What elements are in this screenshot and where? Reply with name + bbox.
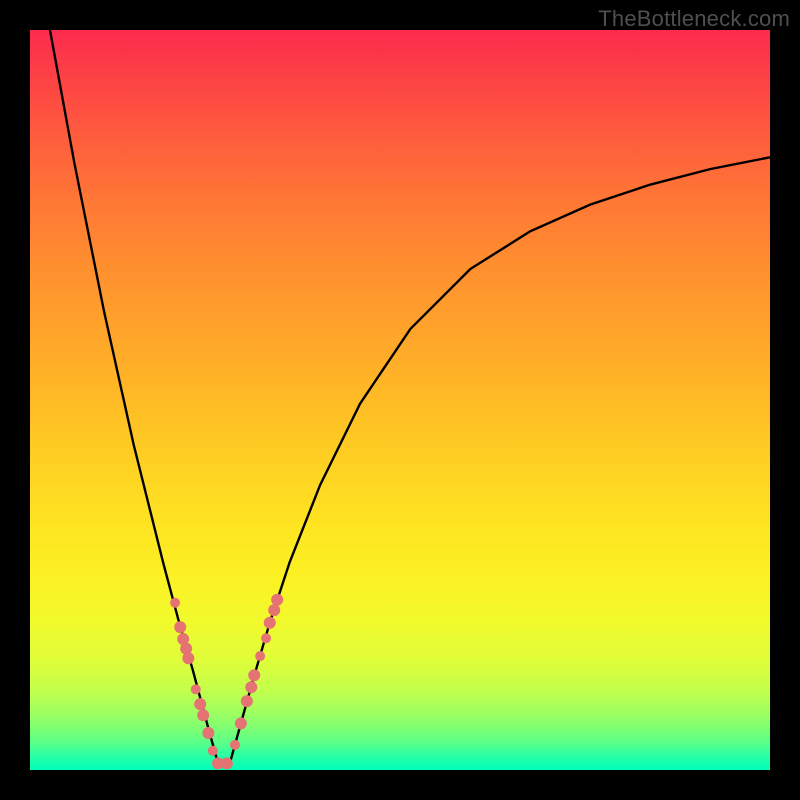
curve-marker (182, 652, 194, 664)
curve-marker (235, 717, 247, 729)
watermark-text: TheBottleneck.com (598, 6, 790, 32)
curve-marker (170, 598, 180, 608)
curve-marker (271, 594, 283, 606)
curve-marker (191, 684, 201, 694)
curve-markers (170, 594, 283, 770)
curve-marker (248, 669, 260, 681)
curve-marker (197, 709, 209, 721)
curve-marker (264, 617, 276, 629)
curve-marker (221, 757, 233, 769)
chart-frame: TheBottleneck.com (0, 0, 800, 800)
curve-marker (255, 651, 265, 661)
plot-area (30, 30, 770, 770)
curve-marker (208, 746, 218, 756)
chart-svg (30, 30, 770, 770)
curve-marker (202, 727, 214, 739)
curve-marker (241, 695, 253, 707)
curve-marker (230, 740, 240, 750)
bottleneck-curve (50, 30, 770, 763)
curve-marker (268, 604, 280, 616)
curve-marker (194, 698, 206, 710)
curve-marker (261, 633, 271, 643)
curve-marker (245, 681, 257, 693)
curve-marker (174, 621, 186, 633)
